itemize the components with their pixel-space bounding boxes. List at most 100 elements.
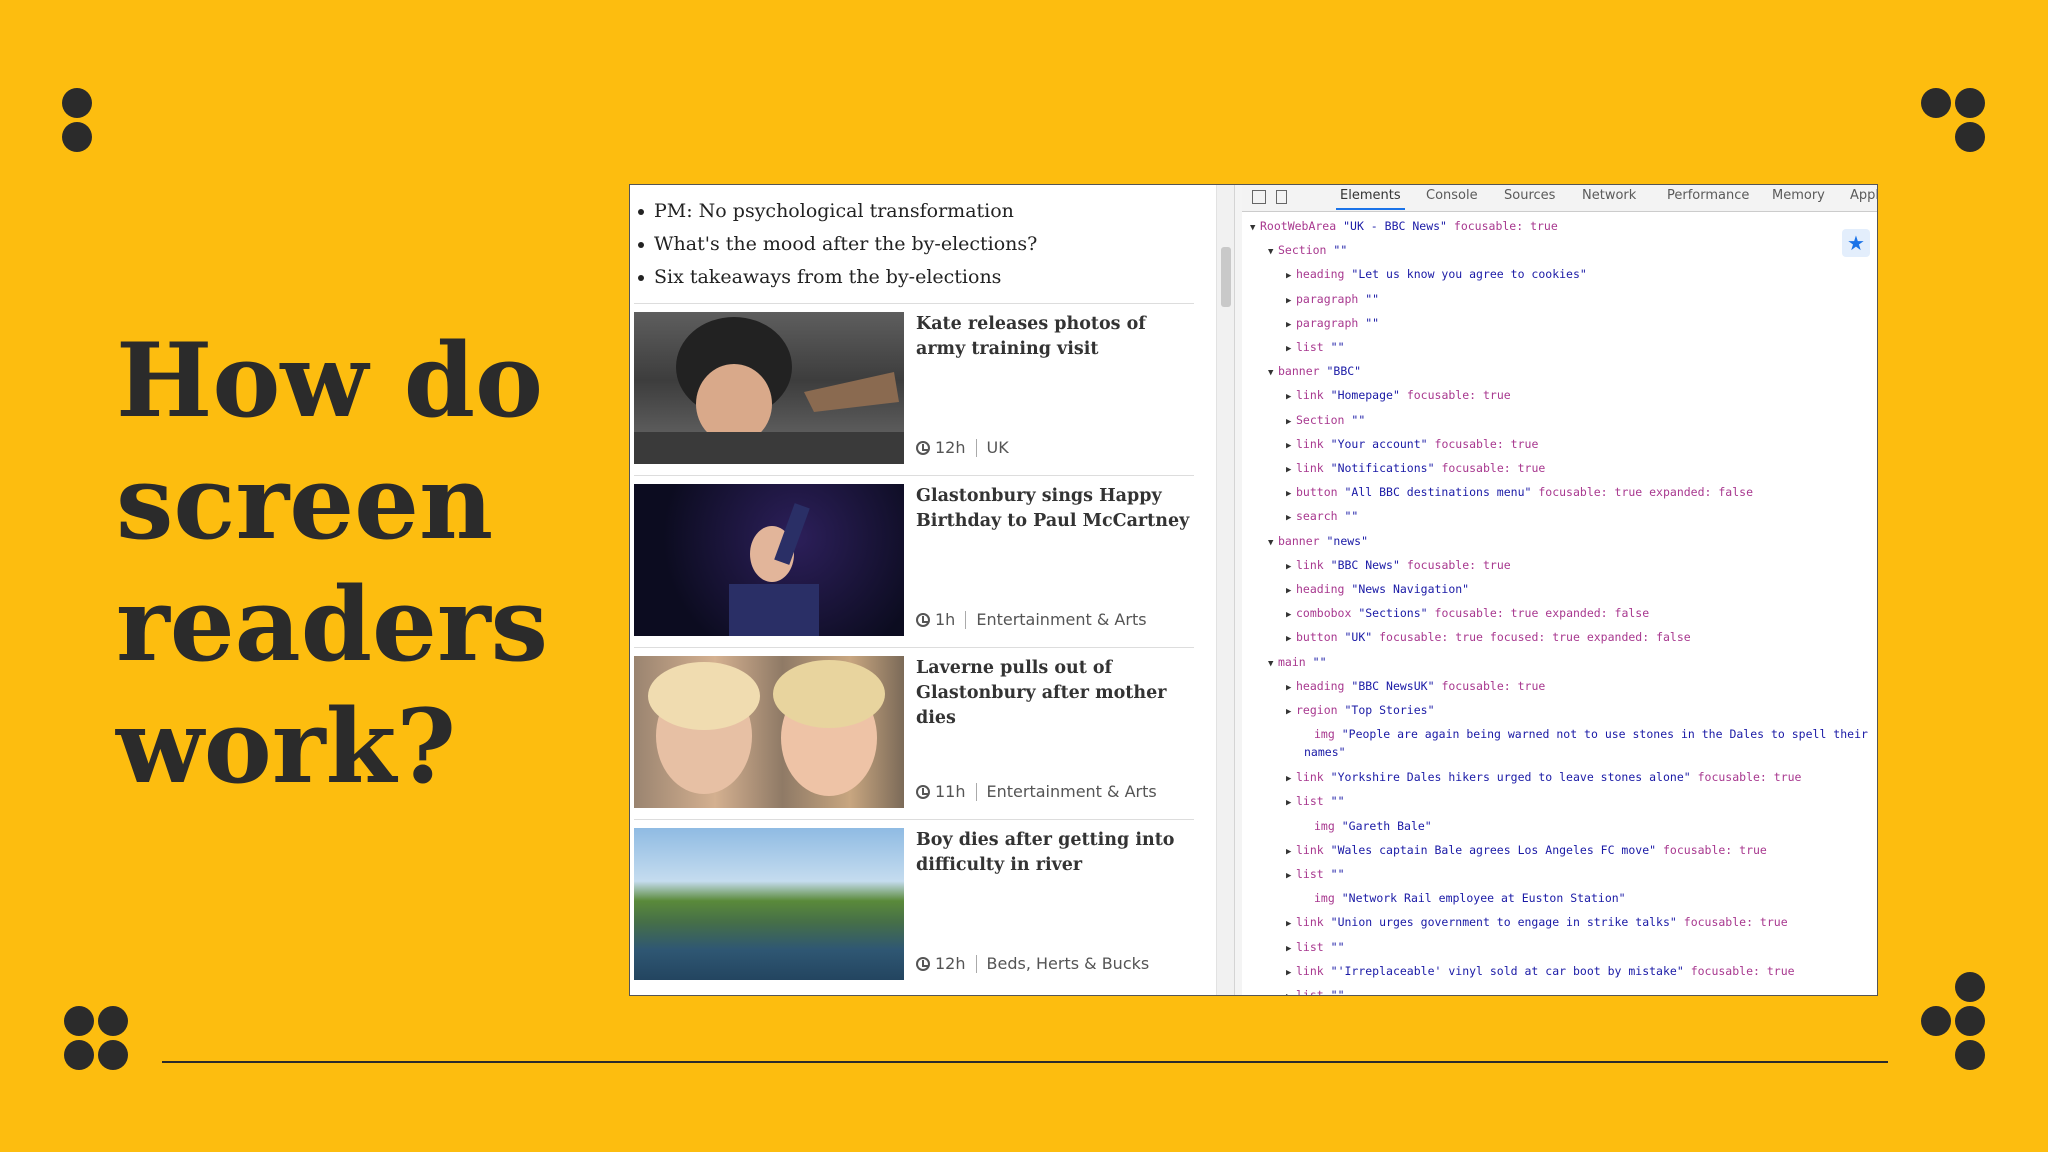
tree-node[interactable]: ▶ paragraph "" [1286, 290, 1379, 310]
article-title[interactable]: Laverne pulls out of Glastonbury after m… [916, 656, 1196, 731]
accessibility-icon[interactable]: ★ [1842, 229, 1870, 257]
tree-node[interactable]: ▶ link "Notifications" focusable: true [1286, 459, 1545, 479]
tree-node[interactable]: img "Gareth Bale" [1304, 817, 1432, 835]
expand-caret-icon[interactable]: ▶ [1286, 267, 1296, 285]
tree-node[interactable]: ▼ banner "news" [1268, 532, 1368, 552]
article-card[interactable]: Glastonbury sings Happy Birthday to Paul… [634, 475, 1196, 636]
expand-caret-icon[interactable]: ▼ [1268, 364, 1278, 382]
tree-node[interactable]: ▶ combobox "Sections" focusable: true exp… [1286, 604, 1649, 624]
tree-node[interactable]: ▼ RootWebArea "UK - BBC News" focusable: … [1250, 217, 1558, 237]
tree-node[interactable]: ▶ link "Union urges government to engage … [1286, 913, 1788, 933]
tab-sources[interactable]: Sources [1504, 188, 1555, 203]
node-name: "Gareth Bale" [1341, 818, 1432, 833]
article-card[interactable]: Laverne pulls out of Glastonbury after m… [634, 647, 1196, 808]
expand-caret-icon[interactable]: ▶ [1286, 582, 1296, 600]
article-title[interactable]: Kate releases photos of army training vi… [916, 312, 1196, 362]
tab-console[interactable]: Console [1426, 188, 1478, 203]
expand-caret-icon[interactable]: ▶ [1286, 437, 1296, 455]
node-name: "" [1365, 291, 1380, 306]
tree-node[interactable]: ▶ heading "Let us know you agree to cooki… [1286, 265, 1587, 285]
expand-caret-icon[interactable]: ▼ [1268, 534, 1278, 552]
tree-node[interactable]: ▼ Section "" [1268, 241, 1347, 261]
expand-caret-icon[interactable]: ▶ [1286, 794, 1296, 812]
tree-node[interactable]: ▼ banner "BBC" [1268, 362, 1361, 382]
page-scrollbar[interactable] [1216, 185, 1235, 995]
tab-memory[interactable]: Memory [1772, 188, 1825, 203]
tree-node[interactable]: ▶list "" [1286, 865, 1345, 885]
tree-node[interactable]: ▶ link "BBC News" focusable: true [1286, 556, 1511, 576]
expand-caret-icon[interactable]: ▶ [1286, 915, 1296, 933]
tree-node[interactable]: ▼ main "" [1268, 653, 1327, 673]
tree-node[interactable]: ▶ search "" [1286, 507, 1358, 527]
node-props: focusable: true [1663, 842, 1767, 857]
expand-caret-icon[interactable]: ▶ [1286, 703, 1296, 721]
tree-node[interactable]: ▶ link "Wales captain Bale agrees Los Ang… [1286, 841, 1767, 861]
node-role: RootWebArea [1260, 219, 1337, 233]
tree-node[interactable]: ▶ region "Top Stories" [1286, 701, 1435, 721]
expand-caret-icon[interactable]: ▶ [1286, 940, 1296, 958]
expand-caret-icon[interactable]: ▶ [1286, 843, 1296, 861]
tree-node[interactable]: ▶ link "Yorkshire Dales hikers urged to l… [1286, 768, 1801, 788]
expand-caret-icon[interactable]: ▶ [1286, 413, 1296, 431]
article-title[interactable]: Glastonbury sings Happy Birthday to Paul… [916, 484, 1196, 534]
tree-node[interactable]: ▶ button "All BBC destinations menu" focu… [1286, 483, 1753, 503]
expand-caret-icon[interactable]: ▶ [1286, 606, 1296, 624]
tree-node[interactable]: ▶list "" [1286, 338, 1345, 358]
article-section[interactable]: UK [987, 438, 1009, 457]
tree-node[interactable]: ▶ link "Homepage" focusable: true [1286, 386, 1511, 406]
tab-performance[interactable]: Performance [1667, 188, 1749, 203]
scrollbar-thumb[interactable] [1221, 247, 1231, 307]
tab-network[interactable]: Network [1582, 188, 1636, 203]
tree-node[interactable]: img "People are again being warned not t… [1304, 725, 1877, 761]
expand-caret-icon[interactable]: ▶ [1286, 630, 1296, 648]
tree-node[interactable]: ▶ link "'Irreplaceable' vinyl sold at car… [1286, 962, 1795, 982]
expand-caret-icon[interactable]: ▶ [1286, 461, 1296, 479]
tree-node[interactable]: ▶ link "Your account" focusable: true [1286, 435, 1538, 455]
expand-caret-icon[interactable]: ▼ [1268, 243, 1278, 261]
node-role: img [1314, 891, 1335, 906]
tree-node[interactable]: ▶ paragraph "" [1286, 314, 1379, 334]
node-props: focusable: true [1690, 963, 1795, 978]
related-link[interactable]: PM: No psychological transformation [636, 195, 1037, 228]
expand-caret-icon[interactable]: ▶ [1286, 485, 1296, 503]
node-props: focusable: true expanded: false [1434, 606, 1650, 621]
inspect-element-icon[interactable] [1252, 190, 1266, 204]
expand-caret-icon[interactable]: ▶ [1286, 679, 1296, 697]
tree-node[interactable]: img "Network Rail employee at Euston Sta… [1304, 889, 1626, 907]
expand-caret-icon[interactable]: ▶ [1286, 340, 1296, 358]
article-card[interactable]: Boy dies after getting into difficulty i… [634, 819, 1196, 980]
node-name: "All BBC destinations menu" [1344, 485, 1532, 500]
article-section[interactable]: Entertainment & Arts [987, 782, 1157, 801]
expand-caret-icon[interactable]: ▶ [1286, 509, 1296, 527]
related-link[interactable]: Six takeaways from the by-elections [636, 261, 1037, 294]
device-toolbar-icon[interactable] [1276, 190, 1287, 204]
clock-icon [916, 612, 930, 627]
article-meta: 12h UK [916, 438, 1009, 457]
tree-node[interactable]: ▶ button "UK" focusable: true focused: tr… [1286, 628, 1691, 648]
tree-node[interactable]: ▶list "" [1286, 792, 1345, 812]
expand-caret-icon[interactable]: ▶ [1286, 988, 1296, 995]
article-section[interactable]: Beds, Herts & Bucks [987, 954, 1150, 973]
node-role: main [1278, 654, 1306, 669]
node-name: "" [1330, 939, 1345, 954]
tree-node[interactable]: ▶list "" [1286, 986, 1345, 995]
article-section[interactable]: Entertainment & Arts [976, 610, 1146, 629]
tree-node[interactable]: ▶list "" [1286, 938, 1345, 958]
related-link[interactable]: What's the mood after the by-elections? [636, 228, 1037, 261]
expand-caret-icon[interactable]: ▶ [1286, 964, 1296, 982]
article-title[interactable]: Boy dies after getting into difficulty i… [916, 828, 1196, 878]
tree-node[interactable]: ▶ heading "BBC NewsUK" focusable: true [1286, 677, 1545, 697]
expand-caret-icon[interactable]: ▶ [1286, 316, 1296, 334]
expand-caret-icon[interactable]: ▶ [1286, 558, 1296, 576]
tree-node[interactable]: ▶ heading "News Navigation" [1286, 580, 1469, 600]
tree-node[interactable]: ▶ Section "" [1286, 411, 1365, 431]
expand-caret-icon[interactable]: ▼ [1268, 655, 1278, 673]
expand-caret-icon[interactable]: ▶ [1286, 867, 1296, 885]
tab-application[interactable]: Appl [1850, 188, 1877, 203]
expand-caret-icon[interactable]: ▶ [1286, 292, 1296, 310]
article-card[interactable]: Kate releases photos of army training vi… [634, 303, 1196, 464]
expand-caret-icon[interactable]: ▼ [1250, 219, 1260, 237]
tab-elements[interactable]: Elements [1336, 188, 1405, 210]
expand-caret-icon[interactable]: ▶ [1286, 770, 1296, 788]
expand-caret-icon[interactable]: ▶ [1286, 388, 1296, 406]
